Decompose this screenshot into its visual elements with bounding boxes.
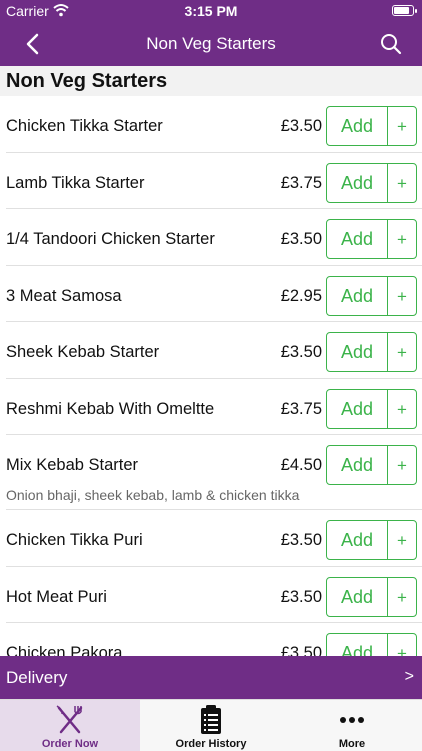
more-dots-icon bbox=[340, 717, 364, 723]
add-label: Add bbox=[340, 586, 374, 607]
list-item[interactable]: Chicken Tikka Starter £3.50 Add + bbox=[6, 96, 422, 153]
list-item[interactable]: 3 Meat Samosa £2.95 Add + bbox=[6, 266, 422, 322]
item-price: £3.50 bbox=[280, 644, 322, 656]
add-label: Add bbox=[340, 530, 374, 550]
battery-fill bbox=[394, 7, 409, 14]
add-label: Add bbox=[340, 285, 374, 306]
status-bar: Carrier 3:15 PM bbox=[0, 0, 422, 22]
status-time: 3:15 PM bbox=[184, 3, 238, 19]
delivery-bar[interactable]: Delivery > bbox=[0, 656, 422, 699]
add-label: Add bbox=[340, 116, 374, 136]
add-button[interactable]: Add + bbox=[326, 162, 417, 203]
tab-label: Order History bbox=[175, 738, 247, 750]
nav-bar: Non Veg Starters bbox=[0, 22, 422, 66]
tab-more[interactable]: More bbox=[282, 700, 422, 751]
item-price: £4.50 bbox=[280, 456, 322, 474]
tab-order-history[interactable]: Order History bbox=[141, 700, 281, 751]
item-name: 1/4 Tandoori Chicken Starter bbox=[6, 230, 215, 248]
battery-icon bbox=[392, 5, 417, 16]
plus-icon: + bbox=[397, 456, 407, 475]
item-price: £3.75 bbox=[280, 173, 322, 192]
plus-icon: + bbox=[397, 286, 407, 306]
item-price: £3.75 bbox=[280, 399, 322, 418]
chevron-right-icon: > bbox=[404, 668, 414, 685]
clipboard-list-icon bbox=[201, 705, 221, 734]
item-price: £2.95 bbox=[280, 286, 322, 305]
item-price: £3.50 bbox=[280, 531, 322, 549]
plus-icon: + bbox=[397, 117, 407, 136]
plus-icon: + bbox=[397, 343, 407, 362]
item-description: Onion bhaji, sheek kebab, lamb & chicken… bbox=[6, 487, 300, 503]
item-name: Mix Kebab Starter bbox=[6, 456, 139, 474]
list-item[interactable]: Chicken Pakora £3.50 Add + bbox=[6, 623, 422, 656]
plus-icon: + bbox=[397, 587, 407, 607]
add-label: Add bbox=[340, 398, 374, 419]
menu-list[interactable]: Chicken Tikka Starter £3.50 Add + Lamb Tikka… bbox=[0, 96, 422, 656]
list-item[interactable]: Mix Kebab Starter £4.50 Onion bhaji, sheek… bbox=[6, 435, 422, 510]
item-name: Reshmi Kebab With Omeltte bbox=[6, 399, 215, 418]
item-price: £3.50 bbox=[280, 230, 322, 248]
nav-title: Non Veg Starters bbox=[146, 34, 276, 53]
add-button[interactable]: Add + bbox=[326, 445, 417, 485]
item-name: Chicken Pakora bbox=[6, 644, 123, 656]
add-button[interactable]: Add + bbox=[326, 275, 417, 316]
item-price: £3.50 bbox=[280, 343, 322, 361]
list-item[interactable]: Hot Meat Puri £3.50 Add + bbox=[6, 567, 422, 623]
item-name: 3 Meat Samosa bbox=[6, 286, 122, 305]
search-icon[interactable] bbox=[380, 33, 402, 55]
list-item[interactable]: Lamb Tikka Starter £3.75 Add + bbox=[6, 153, 422, 209]
add-button[interactable]: Add + bbox=[326, 520, 417, 560]
plus-icon: + bbox=[397, 230, 407, 249]
plus-icon: + bbox=[397, 173, 407, 193]
list-item[interactable]: Sheek Kebab Starter £3.50 Add + bbox=[6, 322, 422, 379]
add-label: Add bbox=[340, 172, 374, 193]
item-name: Sheek Kebab Starter bbox=[6, 343, 160, 361]
add-button[interactable]: Add + bbox=[326, 219, 417, 259]
section-title: Non Veg Starters bbox=[6, 70, 168, 92]
item-name: Chicken Tikka Puri bbox=[6, 531, 143, 549]
fork-knife-icon bbox=[56, 705, 83, 734]
item-name: Chicken Tikka Starter bbox=[6, 117, 163, 135]
add-button[interactable]: Add + bbox=[326, 332, 417, 372]
add-button[interactable]: Add + bbox=[326, 576, 417, 617]
add-button[interactable]: Add + bbox=[326, 388, 417, 429]
list-item[interactable]: Reshmi Kebab With Omeltte £3.75 Add + bbox=[6, 379, 422, 435]
section-header: Non Veg Starters bbox=[0, 66, 422, 96]
plus-icon: + bbox=[397, 399, 407, 419]
item-price: £3.50 bbox=[280, 587, 322, 606]
add-label: Add bbox=[340, 455, 374, 475]
plus-icon: + bbox=[397, 531, 407, 550]
tab-label: Order Now bbox=[41, 738, 99, 750]
item-name: Hot Meat Puri bbox=[6, 587, 107, 606]
tab-bar: Order Now Order History More bbox=[0, 699, 422, 751]
item-price: £3.50 bbox=[280, 117, 322, 135]
add-label: Add bbox=[340, 643, 374, 656]
list-item[interactable]: Chicken Tikka Puri £3.50 Add + bbox=[6, 510, 422, 567]
item-name: Lamb Tikka Starter bbox=[6, 173, 145, 192]
add-button[interactable]: Add + bbox=[326, 633, 417, 656]
add-label: Add bbox=[340, 229, 374, 249]
add-button[interactable]: Add + bbox=[326, 106, 417, 146]
plus-icon: + bbox=[397, 644, 407, 656]
tab-order-now[interactable]: Order Now bbox=[0, 700, 140, 751]
delivery-label: Delivery bbox=[6, 668, 68, 687]
list-item[interactable]: 1/4 Tandoori Chicken Starter £3.50 Add + bbox=[6, 209, 422, 266]
add-label: Add bbox=[340, 342, 374, 362]
tab-label: More bbox=[338, 738, 366, 750]
